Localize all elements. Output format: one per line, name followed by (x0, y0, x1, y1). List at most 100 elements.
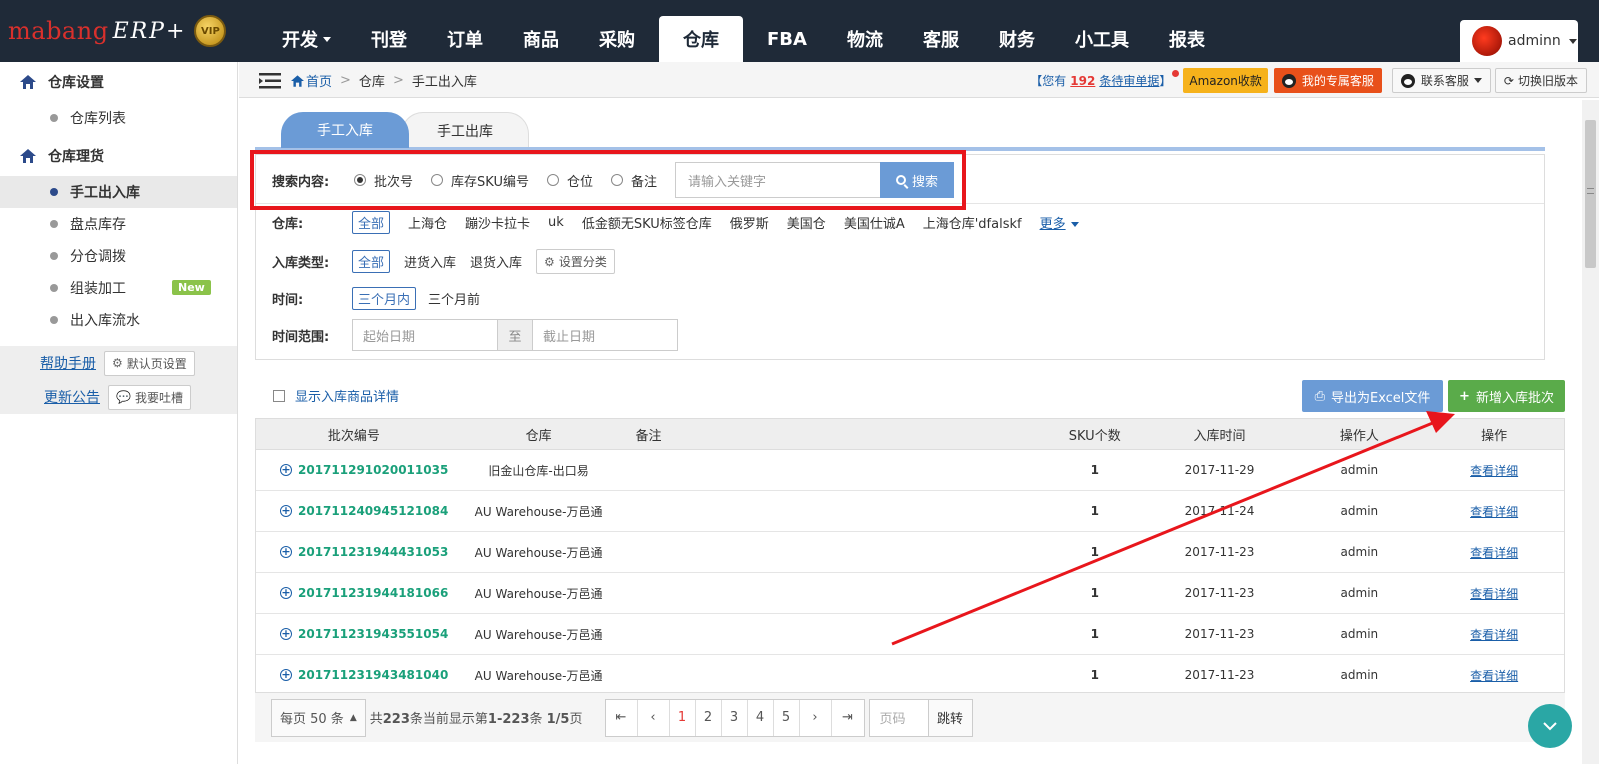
batch-table: 批次编号 仓库 备注 SKU个数 入库时间 操作人 操作 +2017112910… (255, 418, 1565, 697)
tab-manual-out[interactable]: 手工出库 (401, 112, 529, 148)
batch-link[interactable]: 201711231944431053 (298, 545, 448, 559)
start-date-input[interactable]: 起始日期 (353, 326, 497, 345)
last-page-icon[interactable]: ⇥ (832, 700, 864, 736)
search-input[interactable]: 请输入关键字 (675, 162, 880, 198)
nav-item-finance[interactable]: 财务 (983, 16, 1051, 62)
nav-item-orders[interactable]: 订单 (431, 16, 499, 62)
main-nav: 开发 刊登 订单 商品 采购 仓库 FBA 物流 客服 财务 小工具 报表 (266, 16, 1229, 62)
pending-orders-link[interactable]: 【您有 192 条待审单据】 (1030, 70, 1180, 89)
nav-item-service[interactable]: 客服 (907, 16, 975, 62)
nav-item-purchase[interactable]: 采购 (583, 16, 651, 62)
sidebar-item-inventory-check[interactable]: 盘点库存 (0, 208, 237, 240)
sidebar-item-assembly[interactable]: 组装加工 New (0, 272, 237, 304)
breadcrumb-home[interactable]: 首页 (306, 71, 332, 90)
nav-item-reports[interactable]: 报表 (1153, 16, 1221, 62)
nav-label: FBA (767, 28, 807, 50)
warehouse-option-all[interactable]: 全部 (352, 211, 391, 234)
warehouse-option[interactable]: 美国仓 (787, 213, 826, 232)
dedicated-service-button[interactable]: 我的专属客服 (1273, 68, 1382, 93)
contact-service-button[interactable]: 联系客服 (1391, 68, 1491, 93)
sidebar-item-transfer[interactable]: 分仓调拨 (0, 240, 237, 272)
type-setting-button[interactable]: ⚙ 设置分类 (536, 249, 615, 274)
warehouse-option[interactable]: 蹦沙卡拉卡 (465, 213, 530, 232)
nav-item-fba[interactable]: FBA (751, 16, 823, 62)
nav-item-logistics[interactable]: 物流 (831, 16, 899, 62)
update-notice-link[interactable]: 更新公告 (44, 387, 100, 407)
expand-icon[interactable]: + (280, 669, 292, 681)
warehouse-option[interactable]: 俄罗斯 (730, 213, 769, 232)
warehouse-option[interactable]: 上海仓库'dfalskf (923, 213, 1022, 232)
warehouse-option[interactable]: 上海仓 (408, 213, 447, 232)
page-4[interactable]: 4 (748, 699, 774, 736)
page-3[interactable]: 3 (722, 699, 748, 736)
page-2[interactable]: 2 (696, 699, 722, 736)
search-button[interactable]: 搜索 (880, 162, 954, 198)
add-batch-button[interactable]: + 新增入库批次 (1448, 380, 1565, 412)
sidebar-item-flow[interactable]: 出入库流水 (0, 304, 237, 336)
sidebar-group-tally[interactable]: 仓库理货 (0, 136, 237, 176)
default-page-button[interactable]: ⚙ 默认页设置 (104, 350, 195, 376)
time-option-before[interactable]: 三个月前 (428, 289, 480, 308)
radio-batch[interactable]: 批次号 (354, 171, 413, 190)
page-number-input[interactable]: 页码 (868, 698, 929, 737)
batch-link[interactable]: 201711231944181066 (298, 586, 448, 600)
sidebar-group-settings[interactable]: 仓库设置 (0, 62, 237, 102)
next-page-icon[interactable]: › (800, 699, 832, 736)
scrollbar[interactable] (1582, 100, 1599, 764)
end-date-input[interactable]: 截止日期 (533, 326, 677, 345)
first-page-icon[interactable]: ⇤ (606, 699, 638, 736)
show-detail-checkbox[interactable]: 显示入库商品详情 (273, 386, 399, 405)
batch-link[interactable]: 201711291020011035 (298, 463, 448, 477)
logo[interactable]: mabang ERP+ VIP (8, 14, 227, 48)
view-detail-link[interactable]: 查看详细 (1470, 546, 1518, 560)
batch-link[interactable]: 201711231943481040 (298, 668, 448, 682)
nav-item-warehouse[interactable]: 仓库 (659, 16, 743, 62)
view-detail-link[interactable]: 查看详细 (1470, 628, 1518, 642)
go-page-button[interactable]: 跳转 (928, 698, 973, 737)
tab-manual-in[interactable]: 手工入库 (281, 112, 409, 148)
help-manual-link[interactable]: 帮助手册 (40, 353, 96, 373)
nav-item-develop[interactable]: 开发 (266, 16, 347, 62)
page-5[interactable]: 5 (774, 699, 800, 736)
view-detail-link[interactable]: 查看详细 (1470, 464, 1518, 478)
page-1[interactable]: 1 (670, 699, 696, 736)
type-option[interactable]: 进货入库 (404, 252, 456, 271)
radio-note[interactable]: 备注 (610, 171, 657, 190)
batch-link[interactable]: 201711240945121084 (298, 504, 448, 518)
amazon-payment-button[interactable]: Amazon收款 (1183, 68, 1268, 93)
nav-item-tools[interactable]: 小工具 (1059, 16, 1145, 62)
warehouse-more-link[interactable]: 更多 (1040, 213, 1079, 232)
radio-location[interactable]: 仓位 (546, 171, 593, 190)
radio-sku[interactable]: 库存SKU编号 (431, 171, 529, 190)
expand-icon[interactable]: + (280, 587, 292, 599)
sidebar-item-warehouse-list[interactable]: 仓库列表 (0, 102, 237, 134)
expand-icon[interactable]: + (280, 546, 292, 558)
type-option[interactable]: 退货入库 (470, 252, 522, 271)
warehouse-option[interactable]: 低金额无SKU标签仓库 (582, 213, 712, 232)
type-option-all[interactable]: 全部 (352, 250, 391, 273)
export-excel-button[interactable]: ⎙ 导出为Excel文件 (1302, 380, 1443, 412)
menu-toggle-icon[interactable] (259, 72, 281, 89)
batch-link[interactable]: 201711231943551054 (298, 627, 448, 641)
topright-actions: 【您有 192 条待审单据】 Amazon收款 我的专属客服 联系客服 ⟳ 切换旧版本 (1030, 68, 1591, 93)
expand-icon[interactable]: + (280, 505, 292, 517)
prev-page-icon[interactable]: ‹ (638, 699, 670, 736)
user-menu[interactable]: adminn (1460, 20, 1578, 62)
nav-item-listing[interactable]: 刊登 (355, 16, 423, 62)
scrollbar-thumb[interactable] (1585, 120, 1596, 268)
feedback-button[interactable]: 💬 我要吐槽 (108, 384, 191, 410)
time-option-3m[interactable]: 三个月内 (352, 287, 417, 310)
view-detail-link[interactable]: 查看详细 (1470, 669, 1518, 683)
view-detail-link[interactable]: 查看详细 (1470, 587, 1518, 601)
warehouse-option[interactable]: 美国仕诚A (844, 213, 905, 232)
warehouse-option[interactable]: uk (548, 215, 564, 230)
sidebar-item-manual-inout[interactable]: 手工出入库 (0, 176, 237, 208)
cell-warehouse: AU Warehouse-万邑通 (474, 586, 603, 601)
scroll-float-button[interactable] (1528, 704, 1572, 748)
per-page-select[interactable]: 每页 50 条 ▲ (271, 698, 366, 737)
nav-item-products[interactable]: 商品 (507, 16, 575, 62)
expand-icon[interactable]: + (280, 628, 292, 640)
expand-icon[interactable]: + (280, 464, 292, 476)
switch-old-version-button[interactable]: ⟳ 切换旧版本 (1494, 68, 1587, 93)
view-detail-link[interactable]: 查看详细 (1470, 505, 1518, 519)
